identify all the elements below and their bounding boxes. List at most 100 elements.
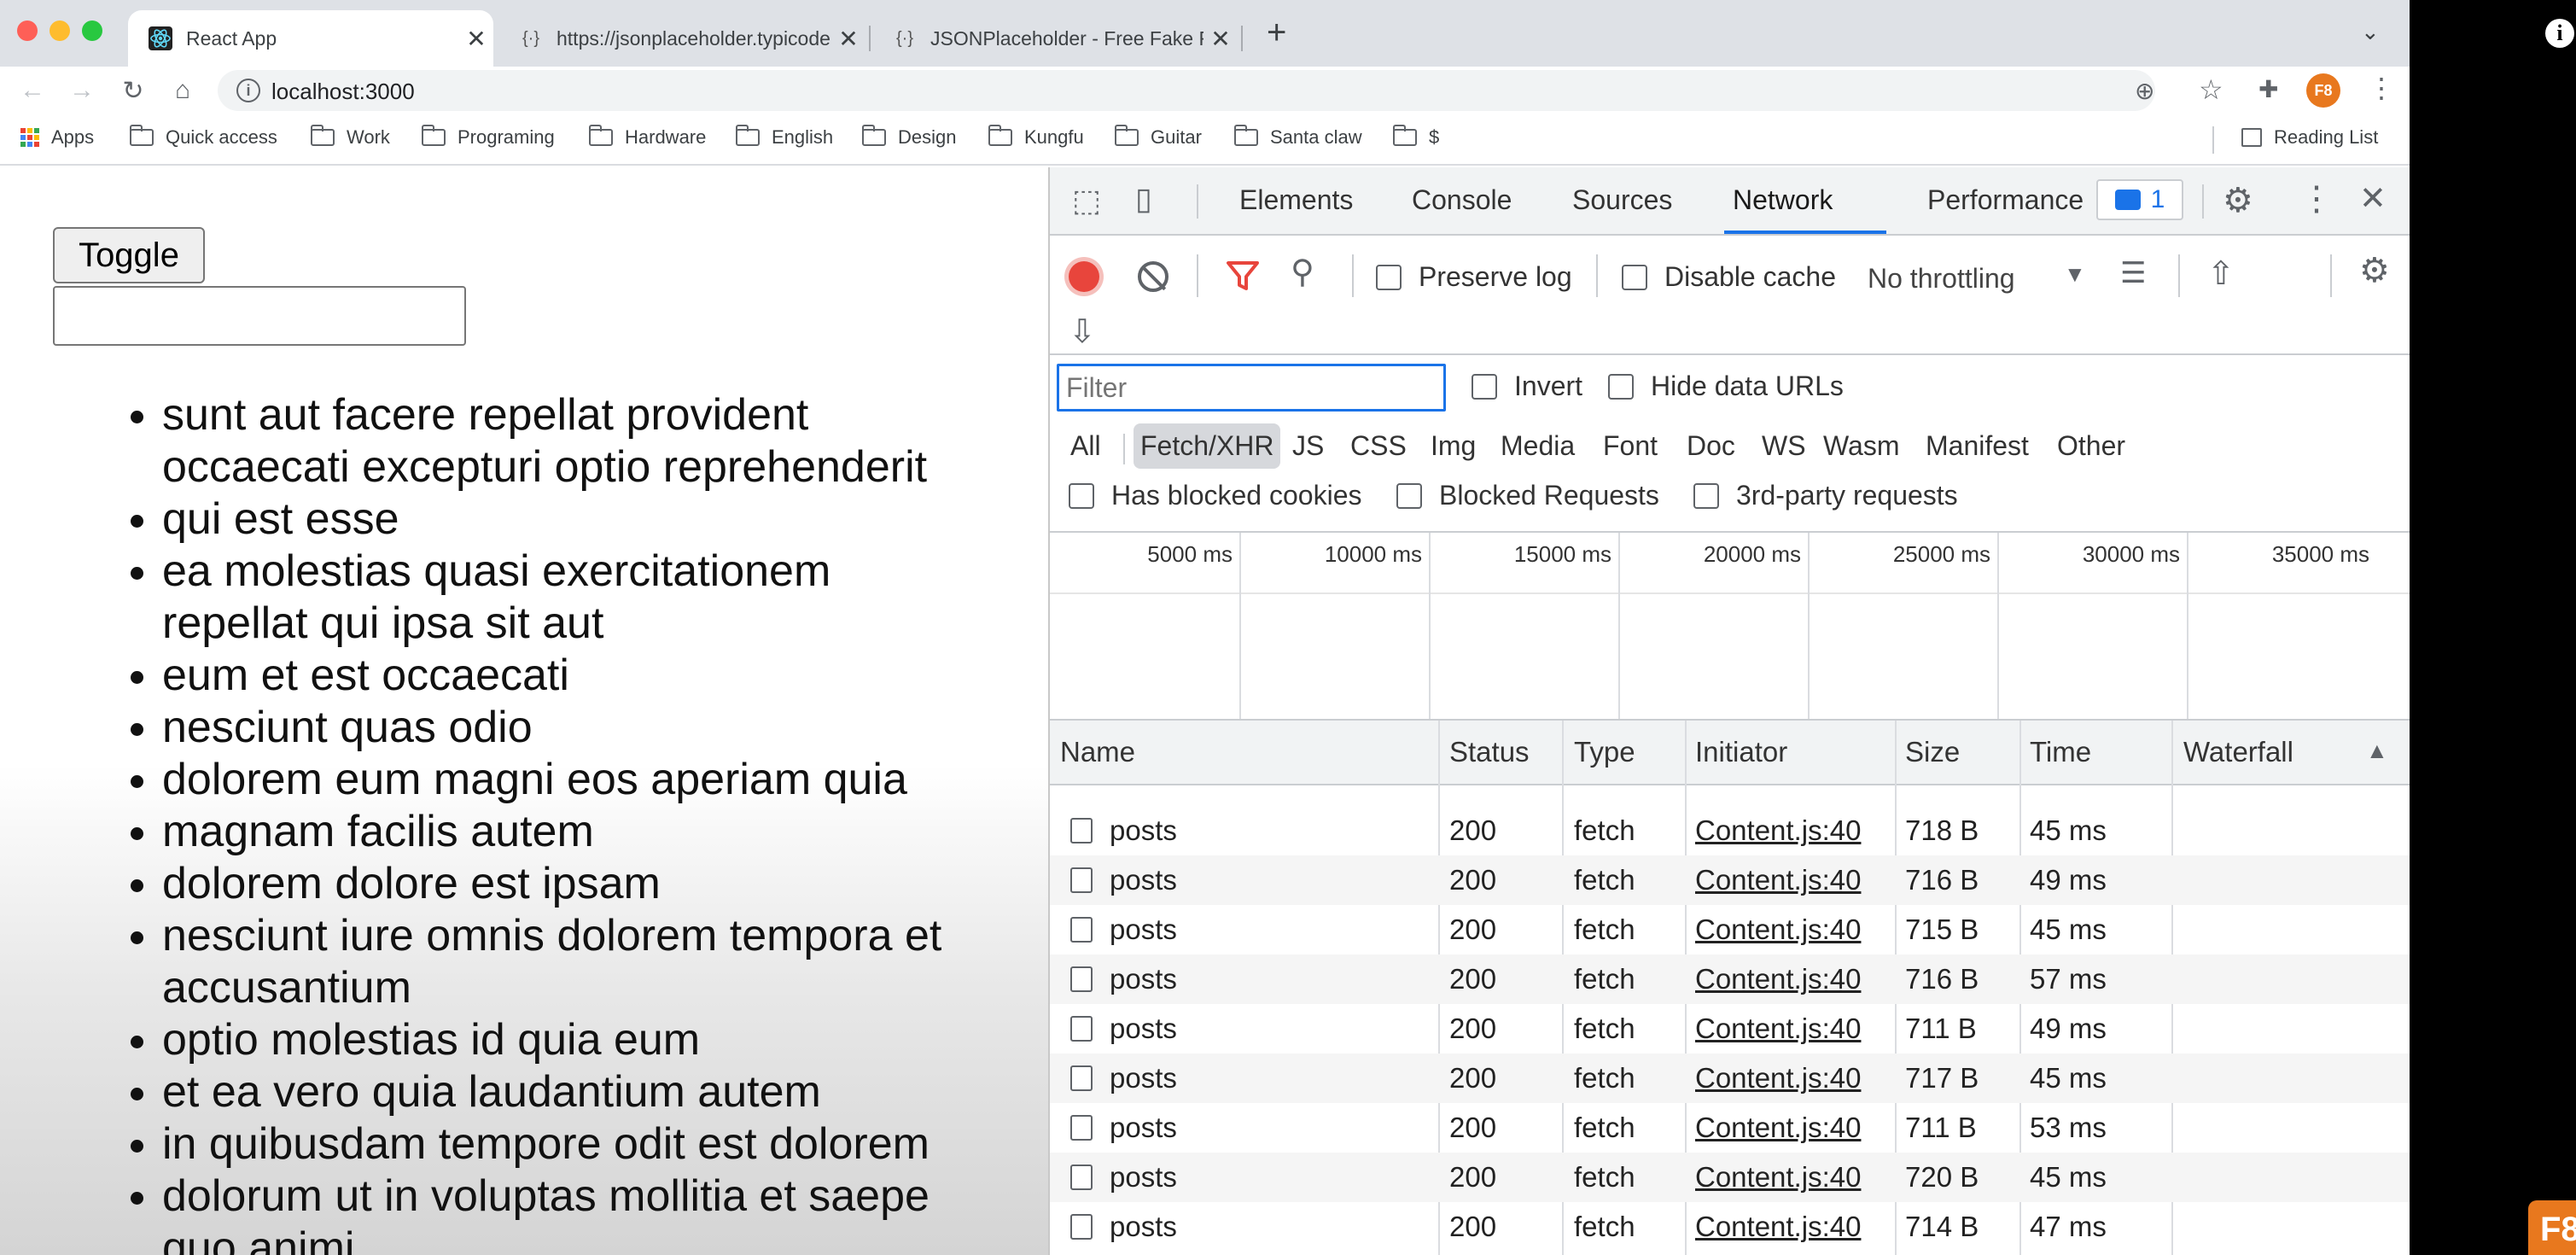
messages-badge[interactable]: 1 bbox=[2096, 179, 2183, 220]
bookmark-apps[interactable]: Apps bbox=[20, 126, 94, 149]
more-options-icon[interactable]: ⋮ bbox=[2299, 179, 2334, 219]
column-header-waterfall[interactable]: Waterfall bbox=[2183, 736, 2293, 768]
sort-ascending-icon[interactable]: ▲ bbox=[2366, 738, 2388, 764]
filter-type-media[interactable]: Media bbox=[1494, 423, 1582, 469]
filter-type-all[interactable]: All bbox=[1064, 423, 1108, 469]
gear-icon[interactable]: ⚙ bbox=[2223, 181, 2253, 220]
filter-type-manifest[interactable]: Manifest bbox=[1919, 423, 2036, 469]
minimize-window-button[interactable] bbox=[50, 20, 70, 41]
table-row[interactable]: posts 200 fetch Content.js:40 711 B 53 ms bbox=[1050, 1103, 2410, 1153]
search-icon[interactable]: ⚲ bbox=[1291, 253, 1314, 291]
invert-checkbox[interactable] bbox=[1472, 374, 1497, 400]
table-row[interactable]: posts 200 fetch Content.js:40 718 B 45 ms bbox=[1050, 806, 2410, 855]
tab-sources[interactable]: Sources bbox=[1572, 184, 1672, 216]
maximize-window-button[interactable] bbox=[82, 20, 102, 41]
profile-avatar[interactable]: F8 bbox=[2306, 73, 2340, 108]
filter-type-font[interactable]: Font bbox=[1596, 423, 1664, 469]
table-row[interactable]: posts 200 fetch Content.js:40 717 B 45 ms bbox=[1050, 1054, 2410, 1103]
cell-initiator[interactable]: Content.js:40 bbox=[1695, 914, 1861, 946]
cell-initiator[interactable]: Content.js:40 bbox=[1695, 864, 1861, 896]
table-row[interactable]: posts 200 fetch Content.js:40 714 B 47 ms bbox=[1050, 1202, 2410, 1252]
third-party-requests-checkbox[interactable] bbox=[1693, 483, 1719, 509]
export-har-download-icon[interactable]: ⇩ bbox=[1069, 312, 1096, 351]
cell-initiator[interactable]: Content.js:40 bbox=[1695, 814, 1861, 847]
toggle-button[interactable]: Toggle bbox=[53, 227, 205, 283]
table-row[interactable]: posts 200 fetch Content.js:40 711 B 49 ms bbox=[1050, 1004, 2410, 1054]
blocked-requests-checkbox[interactable] bbox=[1396, 483, 1422, 509]
zoom-icon[interactable]: ⊕ bbox=[2135, 77, 2154, 105]
tab-performance[interactable]: Performance bbox=[1927, 184, 2084, 216]
star-bookmark-icon[interactable]: ☆ bbox=[2199, 73, 2223, 106]
reading-list-button[interactable]: Reading List bbox=[2241, 126, 2378, 149]
table-row[interactable]: posts 200 fetch Content.js:40 715 B 45 ms bbox=[1050, 905, 2410, 954]
bookmark-folder-programing[interactable]: Programing bbox=[422, 125, 555, 149]
clear-icon[interactable] bbox=[1138, 261, 1169, 292]
network-settings-gear-icon[interactable]: ⚙ bbox=[2359, 251, 2390, 290]
throttling-select[interactable]: No throttling bbox=[1868, 263, 2015, 295]
table-row[interactable]: posts 200 fetch Content.js:40 716 B 57 ms bbox=[1050, 954, 2410, 1004]
filter-type-other[interactable]: Other bbox=[2050, 423, 2132, 469]
bookmark-folder-guitar[interactable]: Guitar bbox=[1115, 125, 1202, 149]
close-tab-icon[interactable]: ✕ bbox=[459, 25, 493, 53]
chevron-down-icon[interactable]: ⌄ bbox=[2361, 19, 2380, 45]
column-header-type[interactable]: Type bbox=[1574, 736, 1635, 768]
bookmark-folder-english[interactable]: English bbox=[736, 125, 833, 149]
cell-initiator[interactable]: Content.js:40 bbox=[1695, 1112, 1861, 1144]
table-row[interactable]: posts 200 fetch Content.js:40 720 B 45 ms bbox=[1050, 1153, 2410, 1202]
bookmark-folder-santa-claw[interactable]: Santa claw bbox=[1234, 125, 1362, 149]
tab-network[interactable]: Network bbox=[1733, 184, 1833, 216]
bookmark-folder-dollar[interactable]: $ bbox=[1393, 125, 1439, 149]
tab-console[interactable]: Console bbox=[1412, 184, 1512, 216]
column-header-name[interactable]: Name bbox=[1060, 736, 1135, 768]
tab-jsonplaceholder-home[interactable]: {·} JSONPlaceholder - Free Fake REST API… bbox=[872, 10, 1238, 67]
cell-initiator[interactable]: Content.js:40 bbox=[1695, 1161, 1861, 1194]
cell-initiator[interactable]: Content.js:40 bbox=[1695, 963, 1861, 995]
tab-react-app[interactable]: React App ✕ bbox=[128, 10, 493, 67]
network-overview-timeline[interactable]: 5000 ms 10000 ms 15000 ms 20000 ms 25000… bbox=[1050, 533, 2410, 721]
network-conditions-wifi-icon[interactable]: ☰ bbox=[2120, 256, 2146, 290]
device-toolbar-icon[interactable]: ▯ bbox=[1135, 181, 1152, 217]
dropdown-arrow-icon[interactable]: ▼ bbox=[2064, 261, 2086, 288]
preserve-log-checkbox[interactable] bbox=[1376, 265, 1402, 290]
inspect-element-icon[interactable]: ⬚ bbox=[1072, 183, 1101, 219]
import-har-upload-icon[interactable]: ⇧ bbox=[2207, 254, 2235, 293]
back-arrow-icon[interactable]: ← bbox=[15, 73, 50, 108]
column-header-time[interactable]: Time bbox=[2030, 736, 2091, 768]
bookmark-folder-hardware[interactable]: Hardware bbox=[589, 125, 706, 149]
tab-jsonplaceholder-posts[interactable]: {·} https://jsonplaceholder.typicode.com… bbox=[498, 10, 865, 67]
reload-icon[interactable]: ↻ bbox=[116, 73, 150, 108]
disable-cache-checkbox[interactable] bbox=[1622, 265, 1647, 290]
more-menu-icon[interactable]: ⋮ bbox=[2368, 72, 2395, 104]
filter-type-doc[interactable]: Doc bbox=[1680, 423, 1742, 469]
table-row[interactable]: posts 200 fetch Content.js:40 716 B 49 ms bbox=[1050, 855, 2410, 905]
filter-type-fetch-xhr[interactable]: Fetch/XHR bbox=[1134, 423, 1281, 469]
close-window-button[interactable] bbox=[17, 20, 38, 41]
filter-type-ws[interactable]: WS bbox=[1755, 423, 1813, 469]
column-header-initiator[interactable]: Initiator bbox=[1695, 736, 1787, 768]
cell-initiator[interactable]: Content.js:40 bbox=[1695, 1013, 1861, 1045]
cell-initiator[interactable]: Content.js:40 bbox=[1695, 1062, 1861, 1094]
filter-type-css[interactable]: CSS bbox=[1343, 423, 1413, 469]
column-header-status[interactable]: Status bbox=[1449, 736, 1530, 768]
hide-data-urls-checkbox[interactable] bbox=[1608, 374, 1634, 400]
home-icon[interactable]: ⌂ bbox=[166, 73, 200, 108]
filter-type-js[interactable]: JS bbox=[1285, 423, 1331, 469]
filter-input[interactable] bbox=[1057, 364, 1446, 412]
close-devtools-icon[interactable]: ✕ bbox=[2359, 179, 2387, 218]
filter-type-wasm[interactable]: Wasm bbox=[1816, 423, 1906, 469]
bookmark-folder-kungfu[interactable]: Kungfu bbox=[988, 125, 1084, 149]
bookmark-folder-quick-access[interactable]: Quick access bbox=[130, 125, 277, 149]
record-icon[interactable] bbox=[1069, 261, 1099, 292]
text-input[interactable] bbox=[53, 286, 466, 346]
forward-arrow-icon[interactable]: → bbox=[65, 73, 99, 108]
address-bar[interactable]: i localhost:3000 ⊕ bbox=[218, 70, 2155, 111]
extensions-puzzle-icon[interactable]: ✚ bbox=[2258, 75, 2278, 103]
column-header-size[interactable]: Size bbox=[1905, 736, 1960, 768]
bookmark-folder-design[interactable]: Design bbox=[862, 125, 956, 149]
cell-initiator[interactable]: Content.js:40 bbox=[1695, 1211, 1861, 1243]
new-tab-button[interactable]: + bbox=[1267, 14, 1286, 52]
has-blocked-cookies-checkbox[interactable] bbox=[1069, 483, 1094, 509]
tab-elements[interactable]: Elements bbox=[1239, 184, 1353, 216]
close-tab-icon[interactable]: ✕ bbox=[831, 25, 865, 53]
close-tab-icon[interactable]: ✕ bbox=[1203, 25, 1238, 53]
